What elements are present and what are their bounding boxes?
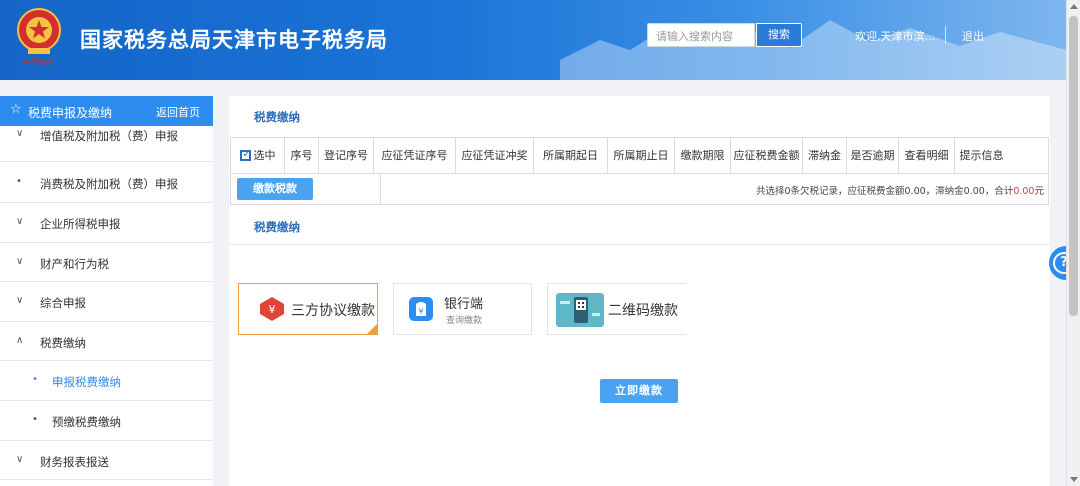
table-header-label: 登记序号 — [324, 149, 368, 162]
table-header-row: ✓ 选中 序号 登记序号 应征凭证序号 应征凭证冲奖 所属期起日 所属期止日 缴款期限 应征税费金… — [231, 138, 1048, 174]
svg-text:¥: ¥ — [269, 303, 276, 316]
sidebar-item-label: 税费缴纳 — [40, 336, 86, 350]
method-card-bank[interactable]: ¥ 银行端 查询缴款 — [393, 283, 532, 335]
summary-total: 0.00 — [1013, 186, 1035, 197]
table-header-cell: 查看明细 — [899, 138, 955, 173]
great-wall-background — [560, 20, 1066, 80]
national-emblem-logo: 中国税务 — [17, 8, 61, 67]
table-header-label: 缴款期限 — [680, 149, 725, 162]
selection-summary: 共选择0条欠税记录，应征税费金额0.00，滞纳金0.00，合计0.00元 — [755, 186, 1044, 197]
sidebar-item-label: 消费税及附加税（费）申报 — [40, 177, 178, 191]
sidebar-item[interactable]: ∧ 税费缴纳 — [0, 322, 213, 361]
table-header-label: 选中 — [253, 149, 276, 162]
sidebar-item[interactable]: ∨ 增值税及附加税（费）申报 — [0, 126, 213, 162]
chevron-down-icon: ∨ — [16, 256, 24, 267]
sidebar-item[interactable]: • 消费税及附加税（费）申报 — [0, 162, 213, 203]
sidebar-item-label: 财产和行为税 — [40, 257, 109, 271]
star-icon: ☆ — [10, 102, 22, 117]
chevron-down-icon: ∨ — [16, 128, 24, 139]
table-footer: 缴款税款 共选择0条欠税记录，应征税费金额0.00，滞纳金0.00，合计0.00… — [231, 174, 1048, 204]
sidebar-item[interactable]: ∨ 财务报表报送 — [0, 441, 213, 480]
logout-link[interactable]: 退出 — [962, 28, 984, 44]
sidebar-item-label: 预缴税费缴纳 — [52, 415, 121, 429]
sidebar-item-label: 财务报表报送 — [40, 455, 109, 469]
method-sublabel: 查询缴款 — [446, 316, 483, 326]
qrcode-icon — [556, 293, 604, 327]
table-header-cell: 缴款期限 — [675, 138, 731, 173]
bullet-icon: • — [16, 176, 22, 187]
table-header-label: 应征凭证序号 — [381, 149, 448, 162]
sidebar-title: 税费申报及缴纳 — [28, 106, 113, 120]
sidebar-item[interactable]: ∨ 综合申报 — [0, 282, 213, 322]
table-header-cell: 应征凭证冲奖 — [456, 138, 534, 173]
table-header-cell: 应征凭证序号 — [374, 138, 456, 173]
sidebar: ☆ 税费申报及缴纳 返回首页 ∨ 增值税及附加税（费）申报 • 消费税及附加税（费）申… — [0, 96, 213, 486]
method-label: 二维码缴款 — [608, 303, 678, 319]
bank-icon: ¥ — [409, 297, 433, 321]
sidebar-item[interactable]: • 申报税费缴纳 — [0, 361, 213, 401]
section-title-payment-method: 税费缴纳 — [254, 220, 300, 234]
sidebar-item[interactable]: ∨ 企业所得税申报 — [0, 203, 213, 243]
pay-now-button[interactable]: 立即缴款 — [600, 379, 678, 403]
scroll-up-icon[interactable] — [1070, 4, 1078, 9]
table-header-label: 应征凭证冲奖 — [461, 149, 528, 162]
method-label: 银行端 — [444, 297, 484, 312]
method-card-qrcode[interactable]: 二维码缴款 — [547, 283, 686, 335]
sidebar-item[interactable]: ∨ 财产和行为税 — [0, 243, 213, 282]
search-input[interactable]: 请输入搜索内容 — [647, 23, 755, 47]
top-header: 中国税务 国家税务总局天津市电子税务局 请输入搜索内容 搜索 欢迎,天津市滨..… — [0, 0, 1066, 80]
method-label: 三方协议缴款 — [291, 303, 375, 319]
table-header-cell: 滞纳金 — [803, 138, 847, 173]
chevron-down-icon: ∨ — [16, 216, 24, 227]
back-home-link[interactable]: 返回首页 — [156, 104, 200, 120]
scroll-thumb[interactable] — [1069, 16, 1078, 316]
svg-text:中国税务: 中国税务 — [23, 57, 55, 67]
select-all-checkbox[interactable]: ✓ 选中 — [231, 138, 285, 173]
table-header-label: 提示信息 — [959, 149, 1004, 162]
tax-owed-table: ✓ 选中 序号 登记序号 应征凭证序号 应征凭证冲奖 所属期起日 所属期止日 缴款期限 应征税费金… — [230, 137, 1049, 205]
header-divider — [945, 26, 946, 44]
search-button[interactable]: 搜索 — [756, 23, 802, 47]
table-header-cell: 所属期起日 — [534, 138, 608, 173]
sidebar-item[interactable]: • 预缴税费缴纳 — [0, 401, 213, 441]
scroll-down-icon[interactable] — [1070, 477, 1078, 482]
site-title: 国家税务总局天津市电子税务局 — [80, 28, 388, 52]
tripartite-agreement-icon: ¥ — [260, 297, 284, 321]
bullet-icon: • — [32, 414, 38, 425]
welcome-user-text: 欢迎,天津市滨... — [855, 30, 935, 43]
selected-corner-icon — [367, 324, 377, 334]
pay-tax-button[interactable]: 缴款税款 — [237, 178, 313, 200]
table-header-cell: 序号 — [285, 138, 319, 173]
sidebar-header: ☆ 税费申报及缴纳 返回首页 — [0, 96, 213, 126]
table-header-label: 所属期止日 — [613, 149, 669, 162]
main-content: 税费缴纳 ✓ 选中 序号 登记序号 应征凭证序号 应征凭证冲奖 所属期起日 所属期止日 缴款期限… — [229, 96, 1050, 486]
table-header-label: 应征税费金额 — [733, 149, 800, 162]
table-header-cell: 应征税费金额 — [731, 138, 803, 173]
sidebar-item-label: 企业所得税申报 — [40, 217, 121, 231]
table-header-cell: 提示信息 — [955, 138, 1008, 173]
table-header-cell: 是否逾期 — [847, 138, 899, 173]
method-card-tripartite[interactable]: ¥ 三方协议缴款 — [238, 283, 378, 335]
table-header-cell: 登记序号 — [319, 138, 374, 173]
chevron-down-icon: ∨ — [16, 454, 24, 465]
sidebar-item-label: 综合申报 — [40, 296, 86, 310]
bullet-icon: • — [32, 374, 38, 385]
chevron-down-icon: ∨ — [16, 295, 24, 306]
section-title-tax-payment: 税费缴纳 — [254, 110, 300, 124]
table-header-cell: 所属期止日 — [608, 138, 675, 173]
svg-text:¥: ¥ — [418, 307, 423, 316]
sidebar-item-label: 申报税费缴纳 — [52, 375, 121, 389]
table-header-label: 滞纳金 — [808, 149, 841, 162]
table-header-label: 序号 — [290, 149, 313, 162]
page-scrollbar[interactable] — [1066, 0, 1080, 486]
table-header-label: 查看明细 — [904, 149, 949, 162]
table-header-label: 所属期起日 — [543, 149, 598, 162]
sidebar-item-label: 增值税及附加税（费）申报 — [40, 129, 178, 143]
chevron-up-icon: ∧ — [16, 335, 24, 346]
checkbox-icon[interactable]: ✓ — [239, 149, 251, 161]
table-header-label: 是否逾期 — [850, 149, 895, 162]
